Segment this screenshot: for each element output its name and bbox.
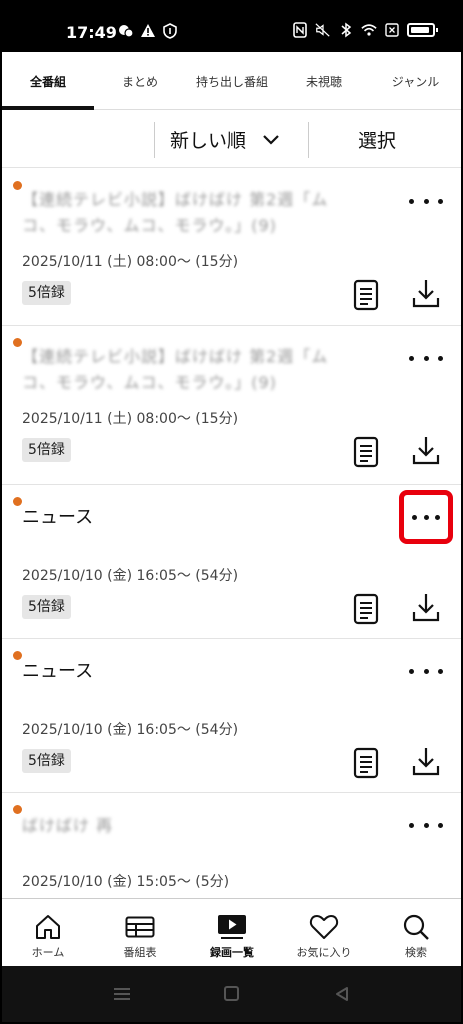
recording-date: 2025/10/10 (金) 16:05〜 (54分) bbox=[22, 568, 239, 584]
recording-title: 【連続テレビ小説】ばけばけ 第2週「ム コ、モラウ、ムコ、モラウ。」(9) bbox=[22, 190, 329, 235]
recording-item[interactable]: 【連続テレビ小説】ばけばけ 第2週「ム コ、モラウ、ムコ、モラウ。」(9) 20… bbox=[2, 326, 461, 485]
download-icon[interactable] bbox=[410, 277, 442, 309]
recording-title: ニュース bbox=[22, 661, 94, 682]
recording-date: 2025/10/11 (土) 08:00〜 (15分) bbox=[22, 411, 239, 427]
recording-item[interactable]: ニュース 2025/10/10 (金) 16:05〜 (54分) 5倍録 bbox=[2, 639, 461, 793]
unread-dot bbox=[13, 805, 22, 814]
nav-recordings-label: 録画一覧 bbox=[210, 946, 254, 959]
sort-order-label: 新しい順 bbox=[170, 130, 247, 152]
shield-icon bbox=[162, 23, 178, 39]
status-bar: 17:49 bbox=[2, 2, 461, 52]
nav-home[interactable]: ホーム bbox=[2, 899, 94, 967]
document-icon[interactable] bbox=[353, 593, 379, 625]
recording-item[interactable]: 【連続テレビ小説】ばけばけ 第2週「ム コ、モラウ、ムコ、モラウ。」(9) 20… bbox=[2, 169, 461, 326]
close-box-icon bbox=[384, 22, 400, 38]
recording-item[interactable]: ばけばけ 再 2025/10/10 (金) 15:05〜 (5分) bbox=[2, 793, 461, 903]
system-navigation-bar bbox=[2, 966, 461, 1022]
more-options-button[interactable] bbox=[409, 348, 443, 368]
nav-recordings[interactable]: 録画一覧 bbox=[186, 899, 278, 967]
recording-list: 【連続テレビ小説】ばけばけ 第2週「ム コ、モラウ、ムコ、モラウ。」(9) 20… bbox=[2, 169, 461, 903]
document-icon[interactable] bbox=[353, 436, 379, 468]
more-options-button[interactable] bbox=[409, 191, 443, 211]
document-icon[interactable] bbox=[353, 279, 379, 311]
download-icon[interactable] bbox=[410, 591, 442, 623]
play-icon bbox=[217, 913, 247, 941]
speed-badge: 5倍録 bbox=[22, 749, 71, 773]
more-options-button-highlighted[interactable] bbox=[399, 490, 453, 544]
warning-icon bbox=[140, 23, 156, 39]
bluetooth-icon bbox=[338, 22, 354, 38]
recent-apps-button[interactable] bbox=[114, 988, 130, 1000]
tab-takeout-programs[interactable]: 持ち出し番組 bbox=[186, 52, 278, 110]
recording-title: ばけばけ 再 bbox=[22, 816, 114, 835]
status-time: 17:49 bbox=[66, 23, 117, 42]
battery-icon bbox=[407, 23, 438, 37]
recording-item[interactable]: ニュース 2025/10/10 (金) 16:05〜 (54分) 5倍録 bbox=[2, 485, 461, 639]
sort-order-dropdown[interactable]: 新しい順 bbox=[170, 126, 280, 153]
screen: 17:49 全番組 まとめ 持ち出し番組 未視聴 ジャンル 新しい順 選択 【連… bbox=[2, 2, 461, 1022]
bottom-navigation: ホーム 番組表 録画一覧 お気に入り 検索 bbox=[2, 898, 461, 966]
unread-dot bbox=[13, 181, 22, 190]
sort-toolbar: 新しい順 選択 bbox=[2, 110, 461, 168]
device-frame: 17:49 全番組 まとめ 持ち出し番組 未視聴 ジャンル 新しい順 選択 【連… bbox=[0, 0, 463, 1024]
dnd-icon bbox=[118, 23, 134, 39]
nfc-icon bbox=[292, 22, 308, 38]
tab-unwatched[interactable]: 未視聴 bbox=[278, 52, 370, 110]
nav-favorites[interactable]: お気に入り bbox=[278, 899, 370, 967]
back-button[interactable] bbox=[334, 986, 350, 1002]
grid-icon bbox=[125, 913, 155, 941]
divider bbox=[308, 122, 309, 158]
recording-date: 2025/10/10 (金) 15:05〜 (5分) bbox=[22, 874, 230, 890]
unread-dot bbox=[13, 651, 22, 660]
nav-search-label: 検索 bbox=[405, 946, 427, 959]
nav-search[interactable]: 検索 bbox=[370, 899, 461, 967]
tab-bar: 全番組 まとめ 持ち出し番組 未視聴 ジャンル bbox=[2, 52, 461, 110]
recording-date: 2025/10/10 (金) 16:05〜 (54分) bbox=[22, 722, 239, 738]
tab-genre[interactable]: ジャンル bbox=[370, 52, 461, 110]
chevron-down-icon bbox=[262, 129, 280, 151]
nav-program-guide-label: 番組表 bbox=[123, 946, 157, 959]
tab-all-programs[interactable]: 全番組 bbox=[2, 52, 94, 110]
search-icon bbox=[401, 913, 431, 941]
nav-home-label: ホーム bbox=[31, 946, 65, 959]
more-options-button[interactable] bbox=[409, 661, 443, 681]
nav-program-guide[interactable]: 番組表 bbox=[94, 899, 186, 967]
unread-dot bbox=[13, 497, 22, 506]
speed-badge: 5倍録 bbox=[22, 438, 71, 462]
heart-icon bbox=[309, 913, 339, 941]
mute-icon bbox=[315, 22, 331, 38]
wifi-icon bbox=[361, 22, 377, 38]
document-icon[interactable] bbox=[353, 747, 379, 779]
download-icon[interactable] bbox=[410, 434, 442, 466]
nav-favorites-label: お気に入り bbox=[296, 946, 352, 959]
more-options-button[interactable] bbox=[409, 815, 443, 835]
divider bbox=[154, 122, 155, 158]
unread-dot bbox=[13, 338, 22, 347]
tab-summary[interactable]: まとめ bbox=[94, 52, 186, 110]
home-icon bbox=[33, 913, 63, 941]
home-button[interactable] bbox=[224, 986, 239, 1001]
recording-title: 【連続テレビ小説】ばけばけ 第2週「ム コ、モラウ、ムコ、モラウ。」(9) bbox=[22, 347, 329, 392]
recording-date: 2025/10/11 (土) 08:00〜 (15分) bbox=[22, 254, 239, 270]
download-icon[interactable] bbox=[410, 745, 442, 777]
speed-badge: 5倍録 bbox=[22, 281, 71, 305]
speed-badge: 5倍録 bbox=[22, 595, 71, 619]
select-button[interactable]: 選択 bbox=[358, 126, 396, 153]
recording-title: ニュース bbox=[22, 507, 94, 528]
